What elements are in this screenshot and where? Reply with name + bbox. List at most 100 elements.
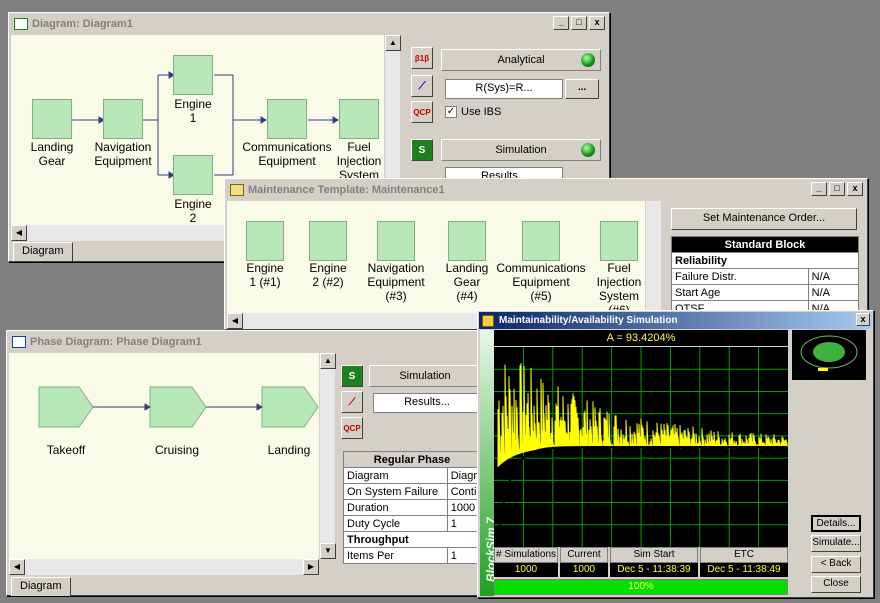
- sim-progress-bar: 100%: [494, 579, 788, 595]
- phase-titlebar[interactable]: Phase Diagram: Phase Diagram1: [9, 333, 503, 351]
- simulation-panel-header: Simulation: [441, 139, 601, 161]
- simulation-window[interactable]: Maintainability/Availability Simulation …: [477, 310, 874, 598]
- maintenance-window[interactable]: Maintenance Template: Maintenance1 _ □ x…: [224, 178, 868, 330]
- diagram-titlebar[interactable]: Diagram: Diagram1 _ □ x: [11, 15, 607, 33]
- prop-key: Duty Cycle: [343, 515, 448, 532]
- block-navigation-equipment-maint[interactable]: [377, 221, 415, 261]
- prop-value[interactable]: N/A: [807, 268, 860, 285]
- maintenance-window-title: Maintenance Template: Maintenance1: [248, 184, 445, 196]
- rsys-ellipsis-button[interactable]: ...: [565, 79, 599, 99]
- sim-titlebar[interactable]: Maintainability/Availability Simulation …: [479, 312, 872, 329]
- block-fuel-injection-system[interactable]: [339, 99, 379, 139]
- simulation-label: Simulation: [495, 144, 547, 156]
- qcp-icon[interactable]: QCP: [411, 101, 433, 123]
- prop-value[interactable]: 1000: [446, 499, 482, 516]
- sim-value-sim-start: Dec 5 - 11:38:39: [610, 563, 698, 577]
- prop-value[interactable]: Conti: [446, 483, 482, 500]
- reliability-section-label: Reliability: [671, 252, 859, 269]
- block-label-engine-2-maint: Engine 2 (#2): [309, 261, 347, 289]
- scroll-up-button[interactable]: ▲: [320, 353, 336, 369]
- phase-vertical-scrollbar[interactable]: ▲ ▼: [319, 353, 336, 559]
- set-maintenance-order-button[interactable]: Set Maintenance Order...: [671, 208, 857, 230]
- block-engine-2-maint[interactable]: [309, 221, 347, 261]
- simulation-label: Simulation: [399, 370, 451, 382]
- block-navigation-equipment[interactable]: [103, 99, 143, 139]
- close-sim-button[interactable]: Close: [811, 576, 861, 593]
- close-button[interactable]: x: [589, 16, 605, 30]
- prop-key: Failure Distr.: [671, 268, 809, 285]
- standard-block-table: Standard Block Reliability Failure Distr…: [671, 236, 860, 317]
- sim-header-simulations: # Simulations: [494, 547, 558, 563]
- results-value: Results...: [404, 396, 450, 408]
- maximize-button[interactable]: □: [829, 182, 845, 196]
- simulation-status-icon: [581, 143, 595, 157]
- close-button[interactable]: x: [847, 182, 863, 196]
- block-label-communications-equipment-maint: Communications Equipment (#5): [496, 261, 586, 303]
- tab-diagram[interactable]: Diagram: [13, 242, 73, 261]
- simulate-button[interactable]: Simulate...: [811, 535, 861, 552]
- prop-key: On System Failure: [343, 483, 448, 500]
- rsys-value: R(Sys)=R...: [475, 82, 533, 94]
- standard-block-header: Standard Block: [671, 236, 859, 253]
- rbd-icon[interactable]: β1β: [411, 47, 433, 69]
- diagram-window-icon: [14, 18, 28, 30]
- back-button[interactable]: < Back: [811, 556, 861, 573]
- availability-display: A = 93.4204%: [494, 330, 788, 346]
- scroll-left-button[interactable]: ◀: [227, 313, 243, 329]
- block-label-engine-1-maint: Engine 1 (#1): [246, 261, 284, 289]
- phase-window[interactable]: Phase Diagram: Phase Diagram1 Takeoff Cr…: [6, 330, 506, 596]
- scroll-up-button[interactable]: ▲: [385, 35, 401, 51]
- simulation-s-icon[interactable]: S: [411, 139, 433, 161]
- scroll-left-button[interactable]: ◀: [11, 225, 27, 241]
- diagram-window-title: Diagram: Diagram1: [32, 18, 133, 30]
- phase-takeoff: [38, 386, 94, 428]
- phase-cruising: [149, 386, 207, 428]
- prop-value[interactable]: N/A: [807, 284, 860, 301]
- block-communications-equipment[interactable]: [267, 99, 307, 139]
- close-button[interactable]: x: [856, 313, 870, 326]
- plot-icon[interactable]: ⟋: [341, 391, 363, 413]
- block-engine-2[interactable]: [173, 155, 213, 195]
- simulation-s-icon[interactable]: S: [341, 365, 363, 387]
- logo-graphic: [800, 335, 858, 371]
- block-fuel-injection-system-maint[interactable]: [600, 221, 638, 261]
- scroll-left-button[interactable]: ◀: [9, 559, 25, 575]
- minimize-button[interactable]: _: [811, 182, 827, 196]
- phase-landing: [261, 386, 319, 428]
- scroll-right-button[interactable]: ▶: [303, 559, 319, 575]
- block-engine-1-maint[interactable]: [246, 221, 284, 261]
- block-label-landing-gear-maint: Landing Gear (#4): [445, 261, 489, 303]
- scroll-down-button[interactable]: ▼: [320, 543, 336, 559]
- rsys-field[interactable]: R(Sys)=R...: [445, 79, 563, 99]
- maximize-button[interactable]: □: [571, 16, 587, 30]
- minimize-button[interactable]: _: [553, 16, 569, 30]
- use-ibs-label: Use IBS: [461, 106, 502, 118]
- details-button[interactable]: Details...: [811, 515, 861, 532]
- use-ibs-checkbox[interactable]: ✓: [445, 106, 457, 118]
- regular-phase-header: Regular Phase: [343, 451, 481, 468]
- block-label-engine-2: Engine 2: [174, 197, 212, 225]
- maintenance-titlebar[interactable]: Maintenance Template: Maintenance1 _ □ x: [227, 181, 865, 199]
- prop-value[interactable]: 1: [446, 515, 482, 532]
- prop-value[interactable]: 1: [446, 547, 482, 564]
- phase-horizontal-scrollbar[interactable]: ◀ ▶: [9, 559, 319, 575]
- block-communications-equipment-maint[interactable]: [522, 221, 560, 261]
- blocksim-side-banner: BlockSim 7: [480, 330, 498, 596]
- prop-value[interactable]: Diagr: [446, 467, 482, 484]
- analytical-panel-header: Analytical: [441, 49, 601, 71]
- qcp-icon[interactable]: QCP: [341, 417, 363, 439]
- block-landing-gear[interactable]: [32, 99, 72, 139]
- phase-simulation-header: Simulation: [369, 365, 481, 387]
- block-label-fuel-injection-system-maint: Fuel Injection System (#6): [596, 261, 642, 315]
- block-landing-gear-maint[interactable]: [448, 221, 486, 261]
- phase-results-field[interactable]: Results...: [373, 393, 481, 413]
- tab-diagram[interactable]: Diagram: [11, 577, 71, 596]
- block-label-engine-1: Engine 1: [174, 97, 212, 125]
- block-engine-1[interactable]: [173, 55, 213, 95]
- maintenance-canvas[interactable]: Engine 1 (#1) Engine 2 (#2) Navigation E…: [227, 201, 645, 315]
- plot-icon[interactable]: ⟋: [411, 75, 433, 97]
- block-label-fuel-injection-system: Fuel Injection System: [336, 140, 382, 182]
- phase-canvas[interactable]: Takeoff Cruising Landing: [9, 353, 319, 559]
- maintenance-vertical-scrollbar[interactable]: [645, 201, 661, 313]
- sim-window-title: Maintainability/Availability Simulation: [499, 315, 678, 326]
